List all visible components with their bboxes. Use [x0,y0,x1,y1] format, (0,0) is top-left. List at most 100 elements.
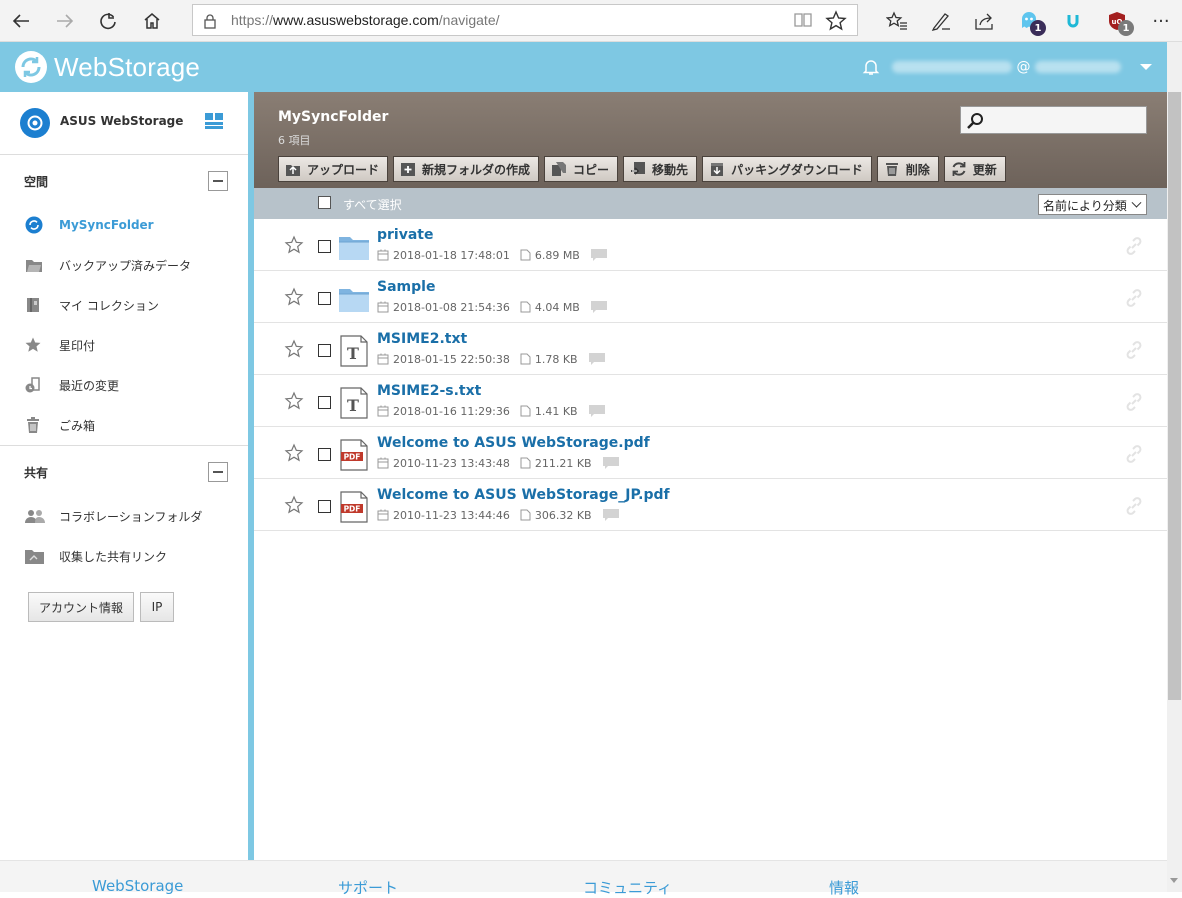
user-menu-caret-icon[interactable] [1140,64,1152,70]
file-name[interactable]: Welcome to ASUS WebStorage_JP.pdf [377,487,670,503]
txt-file-icon[interactable]: T [338,335,370,367]
sort-select[interactable]: 名前により分類 [1038,194,1147,215]
comment-icon[interactable] [590,300,612,314]
share-link-icon[interactable] [1124,444,1144,468]
move-button[interactable]: 移動先 [623,156,698,182]
scroll-down-arrow-icon[interactable] [1170,878,1178,883]
ublock-badge: 1 [1118,20,1134,36]
star-outline-icon[interactable] [284,235,304,259]
folder-header: MySyncFolder 6 項目 アップロード 新規フォルダの作成 コピー 移… [254,92,1167,188]
sidebar-item-trash[interactable]: ごみ箱 [24,413,95,437]
svg-text:PDF: PDF [344,505,361,514]
file-checkbox[interactable] [318,240,331,253]
sidebar-item-label: マイ コレクション [59,298,159,313]
address-bar[interactable]: https://www.asuswebstorage.com/navigate/ [192,4,858,36]
webstorage-logo[interactable]: WebStorage [14,50,200,84]
comment-icon[interactable] [602,508,624,522]
pdf-file-icon[interactable]: PDF [338,491,370,523]
star-outline-icon[interactable] [284,339,304,363]
file-date: 2018-01-16 11:29:36 [377,405,510,418]
folder-file-icon[interactable] [338,283,370,315]
file-size: 211.21 KB [520,457,592,470]
asus-webstorage-icon [20,108,50,138]
file-checkbox[interactable] [318,448,331,461]
share-link-icon[interactable] [1124,288,1144,312]
delete-button[interactable]: 削除 [876,156,939,182]
ublock-icon[interactable]: uO 1 [1102,6,1134,36]
file-name[interactable]: Sample [377,279,435,295]
file-toolbar: アップロード 新規フォルダの作成 コピー 移動先 パッキングダウンロード 削除 … [278,156,1011,182]
file-row[interactable]: private 2018-01-18 17:48:01 6.89 MB [254,219,1167,271]
home-icon[interactable] [137,6,167,36]
file-name[interactable]: Welcome to ASUS WebStorage.pdf [377,435,650,451]
select-all-label[interactable]: すべて選択 [343,196,402,213]
back-arrow-icon[interactable] [6,6,36,36]
sidebar-item-shared-links[interactable]: 収集した共有リンク [24,544,167,568]
file-name[interactable]: MSIME2-s.txt [377,383,481,399]
more-menu-icon[interactable]: ··· [1146,6,1176,36]
file-row[interactable]: PDF Welcome to ASUS WebStorage.pdf 2010-11… [254,427,1167,479]
file-row[interactable]: Sample 2018-01-08 21:54:36 4.04 MB [254,271,1167,323]
comment-icon[interactable] [588,352,610,366]
sidebar-item-starred[interactable]: 星印付 [24,333,95,357]
favorite-star-icon[interactable] [825,10,847,36]
file-name[interactable]: MSIME2.txt [377,331,467,347]
scrollbar-thumb[interactable] [1168,92,1181,700]
account-info-button[interactable]: アカウント情報 [28,592,134,622]
star-outline-icon[interactable] [284,495,304,519]
folder-file-icon[interactable] [338,231,370,263]
select-all-checkbox[interactable] [318,196,331,209]
star-outline-icon[interactable] [284,443,304,467]
footer-link-webstorage[interactable]: WebStorage [92,877,183,895]
sidebar-item-label: ごみ箱 [59,418,96,433]
file-checkbox[interactable] [318,396,331,409]
share-link-icon[interactable] [1124,496,1144,520]
file-row[interactable]: T MSIME2-s.txt 2018-01-16 11:29:36 1.41 KB [254,375,1167,427]
favorites-list-icon[interactable] [882,6,912,36]
extension-u-icon[interactable] [1058,6,1088,36]
star-outline-icon[interactable] [284,287,304,311]
file-row[interactable]: T MSIME2.txt 2018-01-15 22:50:38 1.78 KB [254,323,1167,375]
txt-file-icon[interactable]: T [338,387,370,419]
sidebar-item-backup[interactable]: バックアップ済みデータ [24,253,191,277]
upload-button[interactable]: アップロード [278,156,389,182]
pdf-file-icon[interactable]: PDF [338,439,370,471]
ghostery-icon[interactable]: 1 [1014,6,1046,36]
share-link-icon[interactable] [1124,392,1144,416]
refresh-button[interactable]: 更新 [943,156,1006,182]
file-checkbox[interactable] [318,344,331,357]
sidebar-item-recent[interactable]: 最近の変更 [24,373,119,397]
sidebar-divider [0,445,248,446]
file-name[interactable]: private [377,227,434,243]
sidebar-item-mysyncfolder[interactable]: MySyncFolder [24,213,154,237]
share-link-icon[interactable] [1124,236,1144,260]
file-checkbox[interactable] [318,500,331,513]
comment-icon[interactable] [590,248,612,262]
footer-link-support[interactable]: サポート [338,877,398,898]
layout-toggle-icon[interactable] [204,112,224,134]
star-outline-icon[interactable] [284,391,304,415]
ip-button[interactable]: IP [140,592,174,622]
sidebar-item-collection[interactable]: マイ コレクション [24,293,159,317]
file-row[interactable]: PDF Welcome to ASUS WebStorage_JP.pdf 2010… [254,479,1167,531]
share-link-icon[interactable] [1124,340,1144,364]
bell-icon[interactable] [862,58,880,80]
footer-link-community[interactable]: コミュニティ [583,877,672,898]
space-collapse-button[interactable] [208,171,228,191]
reading-view-icon[interactable] [793,11,813,33]
footer-link-info[interactable]: 情報 [829,877,859,898]
new-folder-button[interactable]: 新規フォルダの作成 [393,156,540,182]
pack-download-button[interactable]: パッキングダウンロード [702,156,872,182]
comment-icon[interactable] [602,456,624,470]
user-account[interactable]: @ [892,59,1128,75]
search-input[interactable] [960,106,1147,134]
copy-button[interactable]: コピー [544,156,619,182]
pen-note-icon[interactable] [926,6,956,36]
refresh-icon[interactable] [93,6,123,36]
shared-collapse-button[interactable] [208,462,228,482]
comment-icon[interactable] [588,404,610,418]
share-icon[interactable] [970,6,1000,36]
file-checkbox[interactable] [318,292,331,305]
sidebar-item-collaboration[interactable]: コラボレーションフォルダ [24,504,202,528]
forward-arrow-icon[interactable] [50,6,80,36]
